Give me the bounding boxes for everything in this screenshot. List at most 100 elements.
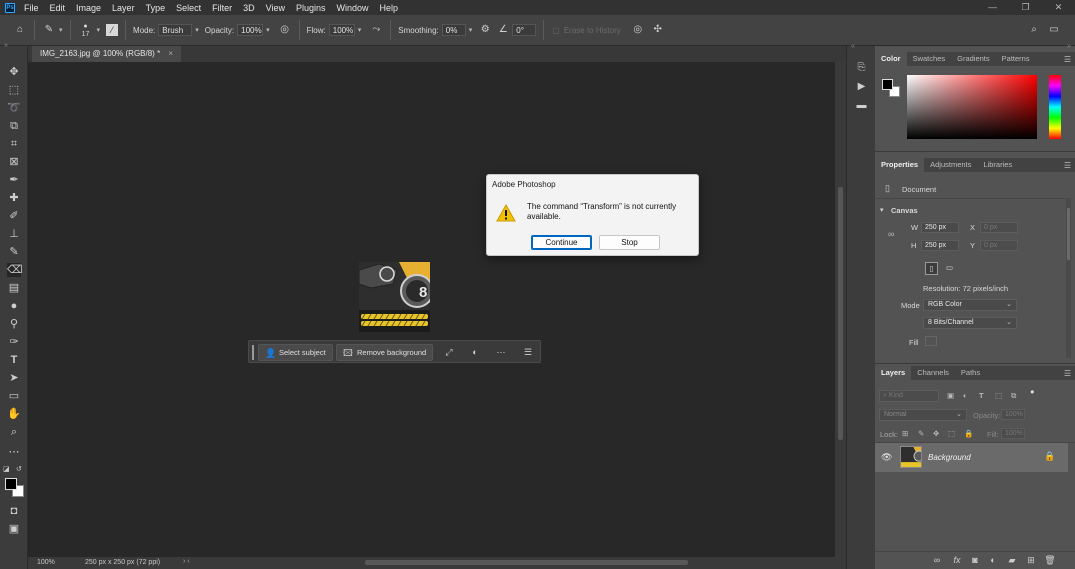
smoothing-input[interactable]: 0% xyxy=(441,24,466,36)
filter-toggle-icon[interactable]: ● xyxy=(1030,387,1035,396)
foreground-color-swatch[interactable] xyxy=(5,478,17,490)
brush-chevron-down-icon[interactable]: ▾ xyxy=(97,26,101,34)
tab-libraries[interactable]: Libraries xyxy=(977,158,1018,172)
height-input[interactable]: 250 px xyxy=(921,240,959,251)
quick-mask-icon[interactable]: ◘ xyxy=(7,504,21,518)
fill-swatch[interactable] xyxy=(925,336,937,346)
more-tools-icon[interactable]: ⋯ xyxy=(7,445,21,459)
pressure-opacity-icon[interactable]: ◎ xyxy=(278,23,292,37)
default-colors-icon[interactable]: ◪ xyxy=(3,465,10,473)
blur-tool-icon[interactable]: ● xyxy=(7,299,21,313)
lock-artboard-icon[interactable]: ⬚ xyxy=(948,429,955,438)
properties-scroll-thumb[interactable] xyxy=(1067,208,1070,260)
properties-scrollbar[interactable] xyxy=(1066,198,1071,358)
eraser-tool-icon[interactable]: ⌫ xyxy=(7,263,23,277)
layer-style-icon[interactable]: fx xyxy=(951,555,963,565)
x-input[interactable]: 0 px xyxy=(980,222,1018,233)
link-layers-icon[interactable]: ∞ xyxy=(931,555,943,565)
panel-foreground-swatch[interactable] xyxy=(882,79,893,90)
tab-swatches[interactable]: Swatches xyxy=(907,52,952,66)
tab-gradients[interactable]: Gradients xyxy=(951,52,996,66)
erase-to-history-checkbox[interactable]: ▢ xyxy=(552,26,560,35)
lock-icon[interactable]: 🔒 xyxy=(1044,451,1055,462)
menu-window[interactable]: Window xyxy=(337,3,369,13)
menu-image[interactable]: Image xyxy=(76,3,101,13)
rectangle-tool-icon[interactable]: ▭ xyxy=(7,389,21,403)
filter-adjustment-icon[interactable]: ◐ xyxy=(963,391,968,400)
blend-mode-select[interactable]: Normal ⌄ xyxy=(879,409,967,421)
tab-properties[interactable]: Properties xyxy=(875,158,925,172)
eyedropper-tool-icon[interactable]: ✒ xyxy=(7,173,21,187)
opacity-input[interactable]: 100% xyxy=(237,24,264,36)
history-brush-tool-icon[interactable]: ✎ xyxy=(7,245,21,259)
tab-adjustments[interactable]: Adjustments xyxy=(924,158,977,172)
collapse-panels-icon[interactable]: » xyxy=(1067,43,1071,50)
new-layer-icon[interactable]: ⊞ xyxy=(1025,555,1037,566)
bit-depth-select[interactable]: 8 Bits/Channel ⌄ xyxy=(923,317,1017,329)
color-panel-menu-icon[interactable]: ☰ xyxy=(1064,55,1071,64)
frame-tool-icon[interactable]: ⊠ xyxy=(7,155,21,169)
smoothing-chevron-down-icon[interactable]: ▾ xyxy=(469,26,473,34)
comments-icon[interactable]: ▬ xyxy=(855,99,868,112)
clone-stamp-tool-icon[interactable]: ⊥ xyxy=(7,227,21,241)
tab-patterns[interactable]: Patterns xyxy=(996,52,1036,66)
collapse-icons-icon[interactable]: « xyxy=(851,43,855,50)
crop-tool-icon[interactable]: ⌗ xyxy=(7,137,21,151)
eraser-tool-icon[interactable]: ✎ xyxy=(42,23,56,37)
color-mode-select[interactable]: RGB Color ⌄ xyxy=(923,299,1017,311)
menu-3d[interactable]: 3D xyxy=(243,3,255,13)
symmetry-icon[interactable]: ✣ xyxy=(651,23,665,37)
menu-view[interactable]: View xyxy=(266,3,285,13)
layers-panel-menu-icon[interactable]: ☰ xyxy=(1064,369,1071,378)
adjustment-layer-icon[interactable]: ◐ xyxy=(987,555,999,565)
collapse-toolbar-icon[interactable]: » xyxy=(4,42,8,49)
zoom-level[interactable]: 100% xyxy=(37,559,55,566)
menu-type[interactable]: Type xyxy=(146,3,166,13)
minimize-button[interactable]: — xyxy=(976,0,1009,15)
lock-position-icon[interactable]: ✥ xyxy=(933,429,939,438)
airbrush-icon[interactable]: ⤳ xyxy=(369,23,383,37)
lock-transparent-icon[interactable]: ⊞ xyxy=(902,429,908,438)
type-tool-icon[interactable]: T xyxy=(7,353,21,367)
zoom-tool-icon[interactable]: ⌕ xyxy=(7,425,21,439)
remove-background-button[interactable]: 🖾 Remove background xyxy=(336,344,434,361)
opacity-chevron-down-icon[interactable]: ▾ xyxy=(266,26,270,34)
lock-pixels-icon[interactable]: ✎ xyxy=(918,429,924,438)
gradient-tool-icon[interactable]: ▤ xyxy=(7,281,21,295)
tab-paths[interactable]: Paths xyxy=(955,366,986,380)
layer-kind-filter[interactable]: ⌕ Kind xyxy=(879,390,939,402)
flow-chevron-down-icon[interactable]: ▾ xyxy=(358,26,362,34)
angle-input[interactable]: 0° xyxy=(512,24,537,36)
restore-button[interactable]: ❐ xyxy=(1009,0,1042,15)
hue-slider[interactable] xyxy=(1049,75,1061,139)
brush-preset-picker[interactable]: ● 17 xyxy=(78,23,94,39)
tool-preset-chevron-icon[interactable]: ▾ xyxy=(59,26,63,34)
layer-fill-input[interactable]: 100% xyxy=(1001,428,1025,439)
menu-edit[interactable]: Edit xyxy=(50,3,66,13)
dodge-tool-icon[interactable]: ⚲ xyxy=(7,317,21,331)
transform-icon[interactable]: ⤢ xyxy=(442,345,456,359)
tab-color[interactable]: Color xyxy=(875,52,907,66)
portrait-orientation-icon[interactable]: ▯ xyxy=(925,262,938,275)
link-icon[interactable]: ∞ xyxy=(888,229,894,239)
document-image[interactable]: 8 xyxy=(359,262,430,332)
canvas-area[interactable]: 8 👤 Select subject 🖾 Remove background ⤢… xyxy=(28,62,835,557)
tab-channels[interactable]: Channels xyxy=(911,366,955,380)
adjustment-icon[interactable]: ◐ xyxy=(468,345,482,359)
canvas-chevron-icon[interactable]: ▾ xyxy=(880,206,884,214)
tab-layers[interactable]: Layers xyxy=(875,366,912,380)
y-input[interactable]: 0 px xyxy=(980,240,1018,251)
vertical-scroll-thumb[interactable] xyxy=(838,187,843,440)
lock-all-icon[interactable]: 🔒 xyxy=(964,429,973,438)
menu-filter[interactable]: Filter xyxy=(212,3,232,13)
menu-file[interactable]: File xyxy=(24,3,39,13)
close-tab-icon[interactable]: × xyxy=(168,49,173,58)
menu-layer[interactable]: Layer xyxy=(112,3,135,13)
screen-mode-icon[interactable]: ▣ xyxy=(7,522,21,536)
menu-select[interactable]: Select xyxy=(176,3,201,13)
new-group-icon[interactable]: ▰ xyxy=(1006,555,1018,566)
actions-play-icon[interactable]: ▶ xyxy=(855,80,868,93)
drag-handle[interactable] xyxy=(252,345,254,360)
add-mask-icon[interactable]: ◙ xyxy=(969,555,981,565)
mode-chevron-down-icon[interactable]: ▾ xyxy=(195,26,199,34)
